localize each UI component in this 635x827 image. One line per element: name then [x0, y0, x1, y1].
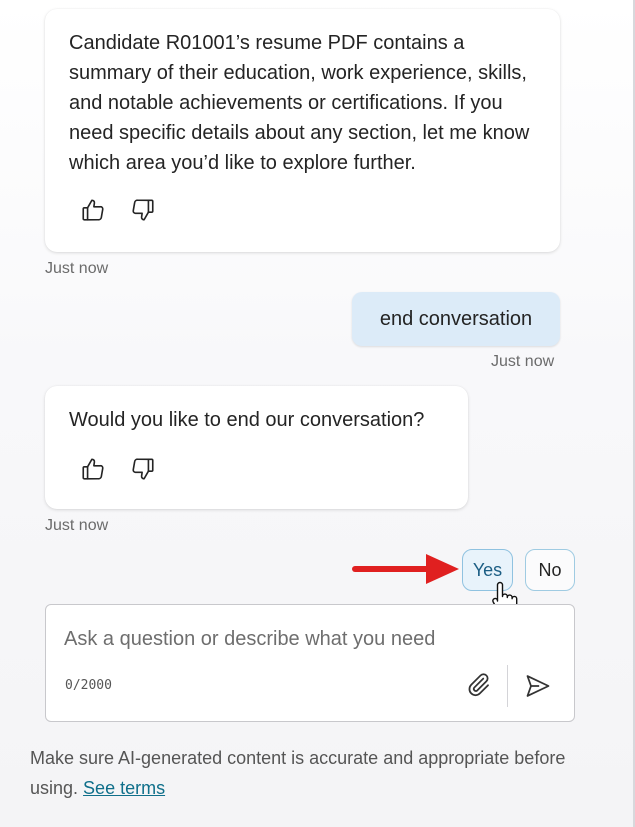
send-icon[interactable] — [524, 672, 552, 700]
thumbs-down-icon[interactable] — [129, 196, 157, 224]
user-message-text: end conversation — [379, 307, 533, 330]
user-message-bubble: end conversation — [352, 292, 560, 346]
thumbs-down-icon[interactable] — [129, 455, 157, 483]
paperclip-icon[interactable] — [464, 671, 492, 699]
see-terms-link[interactable]: See terms — [83, 778, 165, 798]
disclaimer: Make sure AI-generated content is accura… — [30, 743, 590, 803]
character-counter: 0/2000 — [65, 678, 112, 693]
red-arrow-annotation — [352, 554, 459, 584]
feedback-buttons — [79, 196, 157, 224]
message-input[interactable] — [64, 628, 554, 651]
bot-message-text: Would you like to end our conversation? — [69, 409, 425, 431]
message-composer: 0/2000 — [45, 604, 575, 722]
thumbs-up-icon[interactable] — [79, 455, 107, 483]
message-timestamp: Just now — [45, 260, 109, 277]
thumbs-up-icon[interactable] — [79, 196, 107, 224]
feedback-buttons — [79, 455, 157, 483]
bot-message-bubble: Would you like to end our conversation? — [45, 386, 468, 509]
no-button[interactable]: No — [525, 549, 575, 591]
message-timestamp: Just now — [45, 517, 109, 534]
bot-message-text: Candidate R01001’s resume PDF contains a… — [69, 32, 530, 174]
composer-divider — [507, 665, 508, 707]
message-timestamp: Just now — [491, 353, 555, 370]
bot-message-bubble: Candidate R01001’s resume PDF contains a… — [45, 9, 560, 252]
